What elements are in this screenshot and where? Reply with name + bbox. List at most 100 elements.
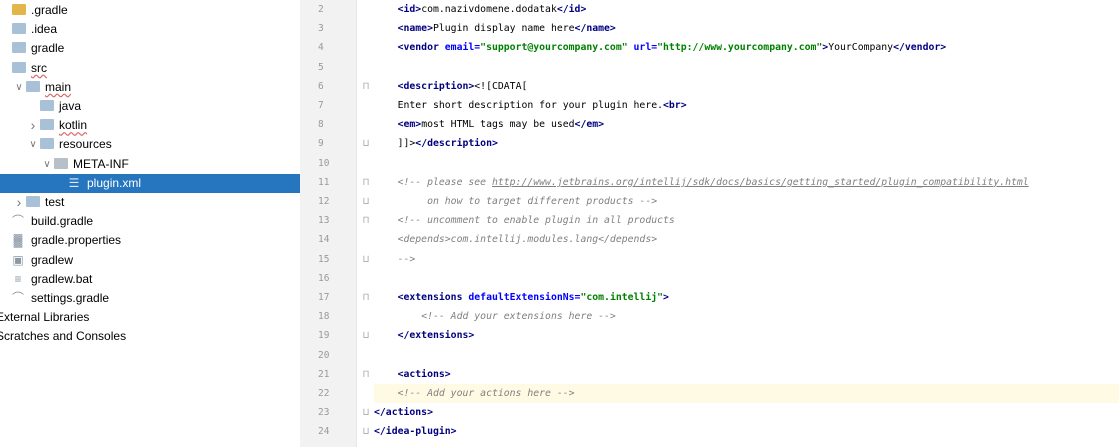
chevron-down-icon[interactable]: ∨ [14,78,24,97]
code-line[interactable] [374,154,1119,173]
line-number: 3 [318,23,324,35]
tree-item-label: .gradle [31,3,68,17]
tree-item-build-gradle[interactable]: ⌒ build.gradle [0,212,300,231]
gradle-file-icon: ⌒ [12,291,25,305]
fold-open-icon[interactable]: ⊓ [363,211,373,230]
line-number: 5 [318,61,324,73]
tree-item-external-libraries[interactable]: External Libraries [0,308,300,327]
code-token: <id> [397,4,422,15]
code-token: "http://www.yourcompany.com" [657,42,823,54]
tree-item-gradlew[interactable]: ▣ gradlew [0,251,300,270]
code-token: <vendor [397,42,445,54]
code-line[interactable]: on how to target different products --> [374,192,1119,211]
code-line[interactable] [374,346,1119,365]
tree-item-idea[interactable]: .idea [0,20,300,39]
code-token: <name> [397,23,433,35]
code-token: --> [397,253,416,265]
folder-icon [12,42,26,54]
tree-item-kotlin[interactable]: › kotlin [0,116,300,135]
folder-icon [26,196,40,207]
code-line[interactable]: Enter short description for your plugin … [374,96,1119,115]
tree-item-gradle-properties[interactable]: ▓ gradle.properties [0,231,300,250]
code-line[interactable]: </extensions> [374,326,1119,345]
tree-item-java[interactable]: java [0,97,300,116]
fold-close-icon[interactable]: ⊔ [363,422,373,441]
tree-item-plugin-xml[interactable]: ☰ plugin.xml [0,173,300,193]
folder-icon [40,100,54,111]
fold-open-icon[interactable]: ⊓ [363,365,373,384]
fold-open-icon[interactable]: ⊓ [363,173,373,192]
tree-item-label: test [45,195,65,209]
code-line[interactable]: <!-- Add your extensions here --> [374,307,1119,326]
code-line[interactable]: --> [374,250,1119,269]
code-line[interactable]: <!-- Add your actions here --> [374,384,1119,403]
tree-item-gradlew-bat[interactable]: ≡ gradlew.bat [0,270,300,289]
tree-item-gradle[interactable]: .gradle [0,1,300,20]
code-token: defaultExtensionNs= [468,292,581,303]
fold-close-icon[interactable]: ⊔ [363,326,373,345]
code-token: <br> [663,100,687,111]
tree-item-gradle[interactable]: gradle [0,39,300,58]
code-token: email= [444,42,481,54]
line-number: 11 [318,176,330,188]
code-line[interactable]: ]]></description> [374,134,1119,153]
tree-item-test[interactable]: › test [0,193,300,212]
tree-item-label: build.gradle [31,214,94,229]
code-token: com.nazivdomene.dodatak [421,4,557,15]
code-token: <description> [397,80,475,92]
folder-icon [12,61,26,73]
code-token: <em> [397,119,422,131]
code-token: <actions> [397,368,451,380]
tree-item-label: gradle [31,41,65,56]
code-line[interactable]: <depends>com.intellij.modules.lang</depe… [374,230,1119,249]
line-number: 4 [318,42,324,54]
code-token: most HTML tags may be used [421,119,575,131]
fold-close-icon[interactable]: ⊔ [363,250,373,269]
code-line[interactable] [374,269,1119,288]
code-token: url= [627,42,658,54]
folder-icon-yellow [12,4,26,15]
tree-item-main[interactable]: ∨ main [0,78,300,97]
fold-close-icon[interactable]: ⊔ [363,403,373,422]
code-token: </vendor> [893,42,947,54]
code-line[interactable]: </actions> [374,403,1119,422]
tree-item-label: src [31,60,47,75]
code-line[interactable]: </idea-plugin> [374,422,1119,441]
code-line[interactable]: <description><![CDATA[ [374,77,1119,96]
code-line[interactable]: <id>com.nazivdomene.dodatak</id> [374,0,1119,19]
code-line[interactable]: <vendor email="support@yourcompany.com" … [374,38,1119,57]
code-editor[interactable]: <id>com.nazivdomene.dodatak</id> <name>P… [374,0,1119,447]
tree-item-src[interactable]: src [0,59,300,78]
tree-item-meta-inf[interactable]: ∨ META-INF [0,155,300,174]
fold-close-icon[interactable]: ⊔ [363,192,373,211]
code-token: "com.intellij" [580,292,664,303]
code-token: </name> [574,23,616,35]
code-line[interactable] [374,58,1119,77]
tree-item-scratches-and-consoles[interactable]: Scratches and Consoles [0,327,300,346]
fold-open-icon[interactable]: ⊓ [363,77,373,96]
tree-item-resources[interactable]: ∨ resources [0,135,300,154]
project-tree-panel: .gradle .idea gradle src ∨ main java › kotlin ∨ re… [0,0,300,447]
chevron-down-icon[interactable]: ∨ [28,135,38,154]
tree-item-label: Scratches and Consoles [0,329,127,344]
code-line[interactable]: <em>most HTML tags may be used</em> [374,115,1119,134]
code-line[interactable]: <name>Plugin display name here</name> [374,19,1119,38]
tree-item-settings-gradle[interactable]: ⌒ settings.gradle [0,289,300,308]
code-line[interactable]: <!-- uncomment to enable plugin in all p… [374,211,1119,230]
chevron-down-icon[interactable]: ∨ [42,155,52,174]
code-line[interactable]: <extensions defaultExtensionNs="com.inte… [374,288,1119,307]
line-number: 6 [318,80,324,92]
code-token: <!-- Add your actions here --> [397,388,575,399]
fold-close-icon[interactable]: ⊔ [363,134,373,153]
code-line[interactable]: <actions> [374,365,1119,384]
fold-open-icon[interactable]: ⊓ [363,288,373,307]
code-line[interactable]: <!-- please see http://www.jetbrains.org… [374,173,1119,192]
chevron-right-icon[interactable]: › [28,116,38,135]
chevron-right-icon[interactable]: › [14,193,24,212]
line-number: 18 [318,311,330,323]
